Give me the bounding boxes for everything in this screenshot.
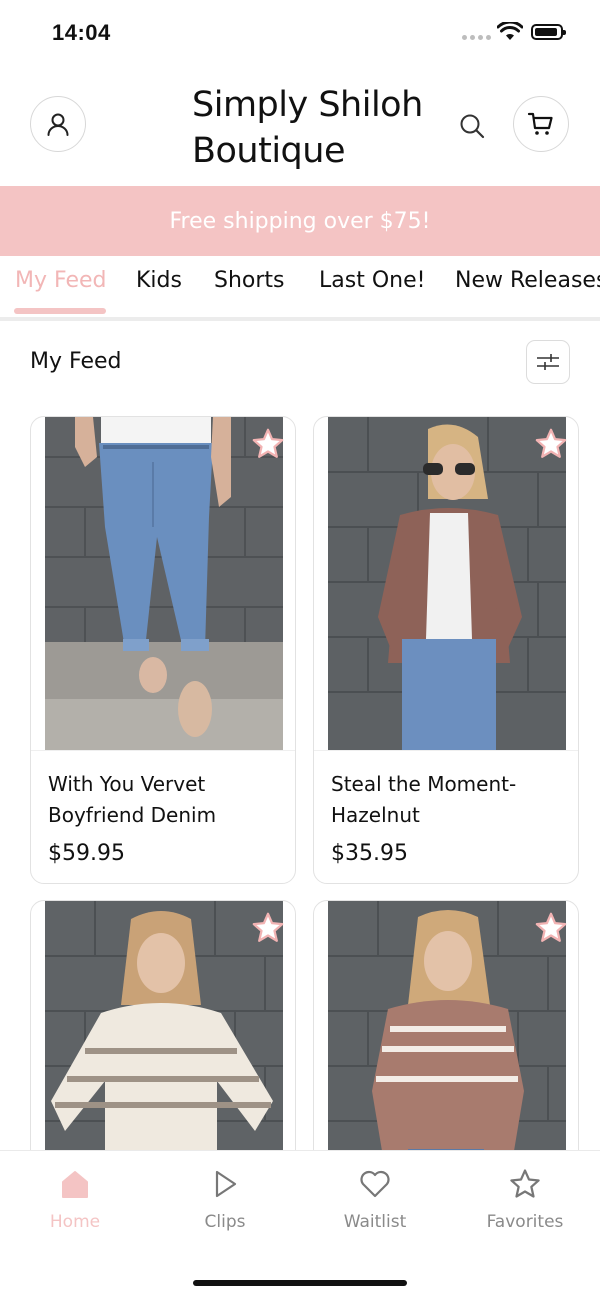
product-name: With You Vervet Boyfriend Denim (48, 772, 217, 827)
tab-kids[interactable]: Kids (136, 268, 182, 293)
product-name: Steal the Moment-Hazelnut (331, 772, 517, 827)
nav-waitlist[interactable]: Waitlist (325, 1167, 425, 1232)
play-icon (215, 1170, 237, 1198)
tab-shorts[interactable]: Shorts (214, 268, 285, 293)
category-tabs: My Feed Kids Shorts Last One! New Releas… (0, 256, 600, 318)
signal-icon (462, 35, 491, 40)
status-bar: 14:04 (0, 0, 600, 66)
filter-button[interactable] (526, 340, 570, 384)
promo-banner-text: Free shipping over $75! (169, 208, 431, 234)
shop-title-line-2: Boutique (192, 131, 346, 171)
user-icon (47, 113, 69, 136)
account-button[interactable] (30, 96, 86, 152)
wifi-icon (497, 22, 523, 40)
favorite-star-icon[interactable] (251, 427, 285, 461)
tab-my-feed[interactable]: My Feed (15, 268, 106, 293)
nav-favorites-label: Favorites (486, 1212, 564, 1232)
promo-banner: Free shipping over $75! (0, 186, 600, 256)
cart-button[interactable] (513, 96, 569, 152)
active-tab-indicator (14, 308, 106, 314)
tabs-divider (0, 317, 600, 321)
cart-icon (527, 112, 553, 135)
nav-home-label: Home (49, 1212, 101, 1232)
favorite-star-icon[interactable] (534, 427, 568, 461)
status-time: 14:04 (52, 20, 111, 45)
nav-clips-label: Clips (204, 1212, 246, 1232)
product-image (45, 417, 283, 750)
tab-last-one[interactable]: Last One! (319, 268, 425, 293)
home-indicator (193, 1280, 407, 1286)
nav-favorites[interactable]: Favorites (475, 1167, 575, 1232)
product-image (328, 417, 566, 750)
nav-clips[interactable]: Clips (175, 1167, 275, 1232)
app-header: Simply Shiloh Boutique (0, 66, 600, 186)
tab-new-releases[interactable]: New Releases (455, 268, 600, 293)
search-button[interactable] (452, 106, 492, 146)
bottom-nav: Home Clips Waitlist Favorites (0, 1150, 600, 1299)
nav-waitlist-label: Waitlist (343, 1212, 407, 1232)
feed-title: My Feed (30, 349, 122, 374)
battery-icon (531, 24, 566, 40)
favorite-star-icon[interactable] (534, 911, 568, 945)
shop-title: Simply Shiloh Boutique (192, 82, 432, 174)
product-price: $35.95 (331, 841, 408, 866)
home-icon (62, 1171, 88, 1198)
favorite-star-icon[interactable] (251, 911, 285, 945)
product-card[interactable]: With You Vervet Boyfriend Denim $59.95 (30, 416, 296, 884)
shop-title-line-1: Simply Shiloh (192, 85, 423, 125)
product-card[interactable]: Steal the Moment-Hazelnut $35.95 (313, 416, 579, 884)
heart-icon (360, 1170, 390, 1198)
star-icon (510, 1169, 540, 1198)
sliders-icon (537, 354, 559, 370)
product-price: $59.95 (48, 841, 125, 866)
search-icon (460, 114, 485, 139)
nav-home[interactable]: Home (25, 1167, 125, 1232)
